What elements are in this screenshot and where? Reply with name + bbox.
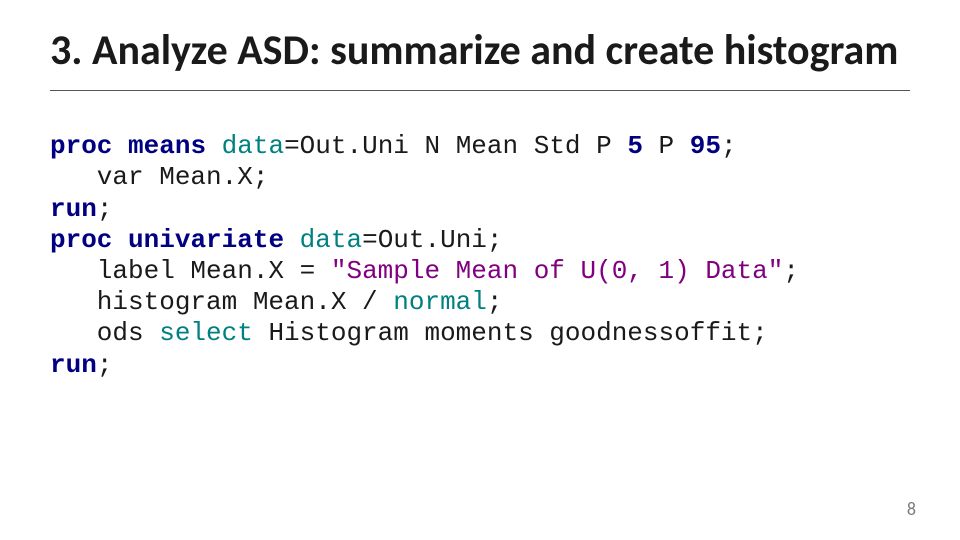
code-text: =Out.Uni N Mean Std P — [284, 131, 612, 161]
code-text: Histogram moments goodnessoffit; — [253, 318, 768, 348]
opt-data: data — [222, 131, 284, 161]
code-block: proc means data=Out.Uni N Mean Std P 5 P… — [50, 131, 910, 381]
code-text: =Out.Uni; — [362, 225, 502, 255]
lit-5: 5 — [627, 131, 643, 161]
kw-means: means — [128, 131, 206, 161]
code-line: var Mean.X; — [50, 162, 268, 192]
code-semicolon: ; — [97, 194, 113, 224]
code-text: histogram Mean.X / — [50, 287, 393, 317]
opt-data: data — [300, 225, 362, 255]
code-text: label Mean.X = — [50, 256, 331, 286]
str-lit: "Sample Mean of U(0, 1) Data" — [331, 256, 783, 286]
opt-select: select — [159, 318, 253, 348]
code-semicolon: ; — [487, 287, 503, 317]
code-semicolon: ; — [721, 131, 737, 161]
code-text: ods — [50, 318, 159, 348]
opt-normal: normal — [393, 287, 487, 317]
code-text: P — [643, 131, 674, 161]
code-semicolon: ; — [97, 350, 113, 380]
slide-title: 3. Analyze ASD: summarize and create his… — [50, 28, 910, 91]
kw-proc: proc — [50, 225, 112, 255]
lit-95: 95 — [690, 131, 721, 161]
kw-run: run — [50, 194, 97, 224]
kw-proc: proc — [50, 131, 112, 161]
code-semicolon: ; — [783, 256, 799, 286]
page-number: 8 — [907, 498, 916, 520]
kw-run: run — [50, 350, 97, 380]
kw-univariate: univariate — [128, 225, 284, 255]
